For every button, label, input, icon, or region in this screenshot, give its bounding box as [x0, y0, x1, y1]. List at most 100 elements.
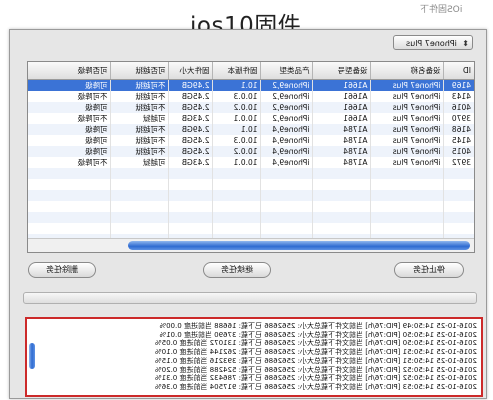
table-cell — [169, 201, 213, 212]
table-cell: iPhone9,2 — [261, 102, 313, 113]
horizontal-scrollbar[interactable] — [28, 238, 474, 252]
col-header-downgrade[interactable]: 可否降级 — [28, 62, 111, 80]
col-header-product-type[interactable]: 产品类型 — [261, 62, 313, 80]
table-row[interactable]: 4145 iPhone7 Plus A1784 iPhone9,4 10.0.3 2.45… — [28, 135, 474, 146]
log-line: 2016-10-25 14:50:51 [PID:76/h] 当前文件下载总大小… — [155, 348, 477, 357]
table-cell: A1661 — [313, 91, 371, 102]
table-cell: 可降级 — [28, 79, 111, 91]
table-row[interactable]: 3972 iPhone7 Plus A1784 iPhone9,4 10.0.1 2.43… — [28, 157, 474, 168]
table-cell: 10.0.3 — [213, 135, 261, 146]
table-cell: 2.49GB — [169, 79, 213, 91]
table-cell — [28, 212, 111, 223]
log-text-area: 2016-10-25 14:50:49 [PID:76/h] 当前文件下载总大小… — [27, 319, 481, 392]
table-empty-row — [28, 190, 474, 201]
table-cell — [371, 190, 444, 201]
table-cell: 2.43GB — [169, 113, 213, 124]
table-cell: 不可越狱 — [111, 91, 169, 102]
table-cell — [169, 168, 213, 179]
table-cell: iPhone9,2 — [261, 79, 313, 91]
table-cell — [213, 223, 261, 234]
table-cell — [28, 223, 111, 234]
table-cell: 2.45GB — [169, 146, 213, 157]
firmware-table-wrap: ID 设备名称 设备型号 产品类型 固件版本 固件大小 可否越狱 可否降级 41… — [28, 62, 474, 252]
device-select[interactable]: ⬍ iPhone7 Plus — [393, 35, 473, 50]
table-empty-row — [28, 201, 474, 212]
table-cell: 10.0.2 — [213, 146, 261, 157]
table-cell: 不可越狱 — [111, 124, 169, 135]
horizontal-scrollbar-thumb[interactable] — [128, 241, 470, 250]
app-window: ⬍ iPhone7 Plus ID 设备名称 设备型号 产品类型 固件版本 固件… — [9, 29, 487, 399]
table-cell — [169, 223, 213, 234]
table-cell — [371, 212, 444, 223]
table-cell — [213, 168, 261, 179]
col-header-model[interactable]: 设备型号 — [313, 62, 371, 80]
table-cell — [313, 201, 371, 212]
table-cell: 不可降级 — [28, 113, 111, 124]
firmware-table: ID 设备名称 设备型号 产品类型 固件版本 固件大小 可否越狱 可否降级 41… — [28, 62, 474, 252]
table-row[interactable]: 4169 iPhone7 Plus A1661 iPhone9,2 10.1 2.49GB… — [28, 79, 474, 91]
table-cell — [213, 179, 261, 190]
log-panel: 2016-10-25 14:50:49 [PID:76/h] 当前文件下载总大小… — [25, 317, 483, 397]
table-cell: 4016 — [444, 102, 474, 113]
table-cell — [28, 168, 111, 179]
table-cell: 3972 — [444, 157, 474, 168]
table-cell — [444, 179, 474, 190]
col-header-device-name[interactable]: 设备名称 — [371, 62, 444, 80]
col-header-jailbreak[interactable]: 可否越狱 — [111, 62, 169, 80]
stop-task-button[interactable]: 停止任务 — [394, 262, 464, 278]
table-cell — [213, 212, 261, 223]
table-cell: iPhone7 Plus — [371, 157, 444, 168]
table-cell — [111, 223, 169, 234]
table-row[interactable]: 4143 iPhone7 Plus A1661 iPhone9,2 10.0.3 2.45… — [28, 91, 474, 102]
table-cell: 不可越狱 — [111, 102, 169, 113]
table-cell — [111, 168, 169, 179]
table-cell: 不可越狱 — [111, 79, 169, 91]
table-cell: 10.0.1 — [213, 157, 261, 168]
table-cell: iPhone7 Plus — [371, 124, 444, 135]
table-cell — [261, 212, 313, 223]
table-empty-row — [28, 223, 474, 234]
table-row[interactable]: 4168 iPhone7 Plus A1784 iPhone9,4 10.1 2.49GB… — [28, 124, 474, 135]
table-cell — [444, 201, 474, 212]
table-cell: A1661 — [313, 113, 371, 124]
col-header-id[interactable]: ID — [444, 62, 474, 80]
table-cell: 10.1 — [213, 79, 261, 91]
table-cell: iPhone9,2 — [261, 91, 313, 102]
table-cell: 4169 — [444, 79, 474, 91]
resume-task-button[interactable]: 继续任务 — [203, 262, 271, 278]
table-cell — [444, 223, 474, 234]
table-cell: 10.1 — [213, 124, 261, 135]
table-cell — [111, 190, 169, 201]
table-row[interactable]: 4015 iPhone7 Plus A1784 iPhone9,4 10.0.2 2.45… — [28, 146, 474, 157]
col-header-firmware-size[interactable]: 固件大小 — [169, 62, 213, 80]
table-cell: 2.45GB — [169, 91, 213, 102]
table-cell: 2.45GB — [169, 102, 213, 113]
table-cell: 不可降级 — [28, 157, 111, 168]
table-cell — [213, 190, 261, 201]
delete-task-button[interactable]: 删除任务 — [28, 262, 96, 278]
table-row[interactable]: 4016 iPhone7 Plus A1661 iPhone9,2 10.0.2 2.45… — [28, 102, 474, 113]
table-cell — [111, 212, 169, 223]
log-line: 2016-10-25 14:50:52 [PID:76/h] 当前文件下载总大小… — [155, 374, 477, 383]
table-cell — [371, 201, 444, 212]
watermark-text: iOS固件下 — [420, 5, 463, 15]
log-line: 2016-10-25 14:50:53 [PID:76/h] 当前文件下载总大小… — [155, 382, 477, 391]
table-cell — [313, 168, 371, 179]
table-cell: iPhone7 Plus — [371, 146, 444, 157]
table-cell: A1784 — [313, 157, 371, 168]
table-cell: iPhone7 Plus — [371, 113, 444, 124]
table-cell: iPhone9,4 — [261, 157, 313, 168]
col-header-firmware-version[interactable]: 固件版本 — [213, 62, 261, 80]
table-cell — [313, 223, 371, 234]
table-cell — [111, 179, 169, 190]
table-row[interactable]: 3970 iPhone7 Plus A1661 iPhone9,2 10.0.1 2.43… — [28, 113, 474, 124]
table-cell: 不可越狱 — [111, 146, 169, 157]
table-cell: iPhone9,4 — [261, 146, 313, 157]
table-cell — [111, 201, 169, 212]
table-cell — [169, 179, 213, 190]
table-cell — [371, 179, 444, 190]
table-cell — [444, 190, 474, 201]
table-cell — [28, 201, 111, 212]
table-cell: 2.49GB — [169, 124, 213, 135]
log-vertical-scrollbar-thumb[interactable] — [29, 343, 35, 369]
